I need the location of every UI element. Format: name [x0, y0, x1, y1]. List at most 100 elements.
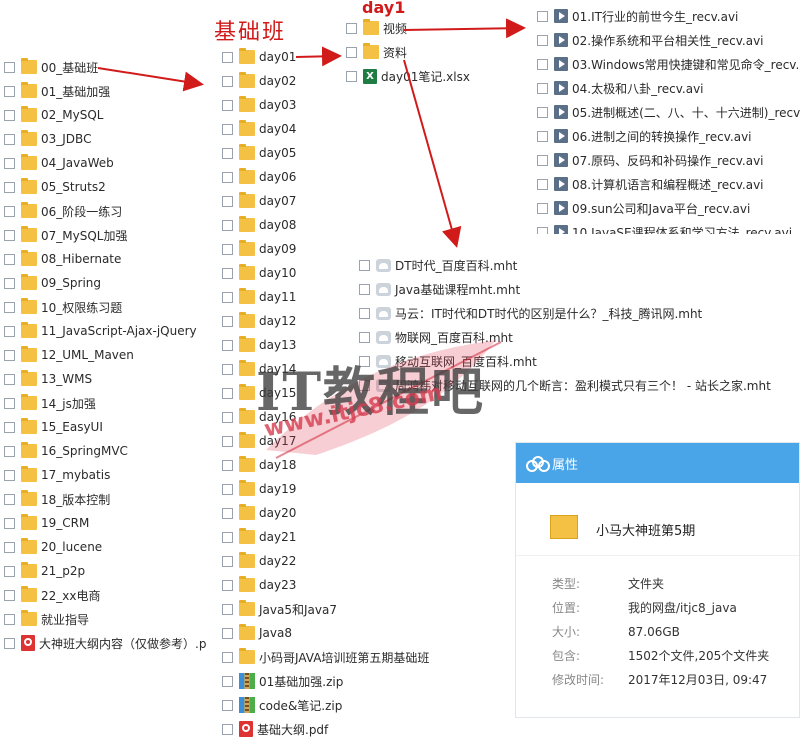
- list-item[interactable]: day23: [222, 573, 296, 597]
- checkbox[interactable]: [4, 277, 15, 289]
- list-item[interactable]: 10.JavaSE课程体系和学习方法_recv.avi: [537, 220, 792, 234]
- checkbox[interactable]: [4, 61, 15, 73]
- checkbox[interactable]: [222, 579, 233, 591]
- checkbox[interactable]: [4, 133, 15, 145]
- list-item[interactable]: 14_js加强: [4, 391, 96, 415]
- list-item[interactable]: code&笔记.zip: [222, 693, 342, 717]
- checkbox[interactable]: [222, 219, 233, 231]
- list-item[interactable]: day20: [222, 501, 296, 525]
- list-item[interactable]: 08_Hibernate: [4, 247, 121, 271]
- checkbox[interactable]: [537, 202, 548, 214]
- checkbox[interactable]: [222, 459, 233, 471]
- checkbox[interactable]: [222, 483, 233, 495]
- list-item[interactable]: 05.进制概述(二、八、十、十六进制)_recv.avi: [537, 100, 800, 124]
- checkbox[interactable]: [537, 10, 548, 22]
- list-item[interactable]: 移动互联网_百度百科.mht: [359, 349, 537, 373]
- list-item[interactable]: 12_UML_Maven: [4, 343, 134, 367]
- list-item[interactable]: 09.sun公司和Java平台_recv.avi: [537, 196, 750, 220]
- list-item[interactable]: 16_SpringMVC: [4, 439, 128, 463]
- list-item[interactable]: day21: [222, 525, 296, 549]
- checkbox[interactable]: [4, 493, 15, 505]
- checkbox[interactable]: [359, 283, 370, 295]
- checkbox[interactable]: [4, 445, 15, 457]
- checkbox[interactable]: [4, 253, 15, 265]
- checkbox[interactable]: [537, 58, 548, 70]
- checkbox[interactable]: [222, 675, 233, 687]
- list-item[interactable]: 11_JavaScript-Ajax-jQuery: [4, 319, 197, 343]
- checkbox[interactable]: [4, 517, 15, 529]
- checkbox[interactable]: [359, 379, 370, 391]
- list-item[interactable]: 22_xx电商: [4, 583, 100, 607]
- list-item[interactable]: day05: [222, 141, 296, 165]
- list-item[interactable]: day04: [222, 117, 296, 141]
- checkbox[interactable]: [222, 435, 233, 447]
- list-item[interactable]: 小码哥JAVA培训班第五期基础班: [222, 645, 429, 669]
- checkbox[interactable]: [537, 226, 548, 234]
- checkbox[interactable]: [537, 154, 548, 166]
- checkbox[interactable]: [222, 267, 233, 279]
- list-item[interactable]: 07.原码、反码和补码操作_recv.avi: [537, 148, 764, 172]
- checkbox[interactable]: [4, 373, 15, 385]
- list-item[interactable]: day22: [222, 549, 296, 573]
- list-item[interactable]: day17: [222, 429, 296, 453]
- checkbox[interactable]: [222, 411, 233, 423]
- list-item[interactable]: 02_MySQL: [4, 103, 103, 127]
- checkbox[interactable]: [222, 315, 233, 327]
- checkbox[interactable]: [359, 355, 370, 367]
- list-item[interactable]: day15: [222, 381, 296, 405]
- checkbox[interactable]: [537, 130, 548, 142]
- checkbox[interactable]: [222, 387, 233, 399]
- checkbox[interactable]: [4, 637, 15, 649]
- checkbox[interactable]: [222, 507, 233, 519]
- list-item[interactable]: 01.IT行业的前世今生_recv.avi: [537, 4, 738, 28]
- list-item[interactable]: Java基础课程mht.mht: [359, 277, 520, 301]
- checkbox[interactable]: [222, 291, 233, 303]
- list-item[interactable]: 09_Spring: [4, 271, 101, 295]
- checkbox[interactable]: [222, 603, 233, 615]
- checkbox[interactable]: [4, 349, 15, 361]
- checkbox[interactable]: [222, 651, 233, 663]
- checkbox[interactable]: [222, 75, 233, 87]
- list-item[interactable]: 13_WMS: [4, 367, 92, 391]
- checkbox[interactable]: [4, 325, 15, 337]
- list-item[interactable]: 18_版本控制: [4, 487, 110, 511]
- list-item[interactable]: day11: [222, 285, 296, 309]
- list-item[interactable]: 04_JavaWeb: [4, 151, 114, 175]
- checkbox[interactable]: [222, 531, 233, 543]
- checkbox[interactable]: [4, 565, 15, 577]
- list-item[interactable]: 04.太极和八卦_recv.avi: [537, 76, 704, 100]
- list-item[interactable]: 21_p2p: [4, 559, 85, 583]
- checkbox[interactable]: [4, 397, 15, 409]
- checkbox[interactable]: [4, 229, 15, 241]
- checkbox[interactable]: [4, 85, 15, 97]
- list-item[interactable]: 03_JDBC: [4, 127, 91, 151]
- list-item[interactable]: day18: [222, 453, 296, 477]
- checkbox[interactable]: [537, 34, 548, 46]
- list-item[interactable]: 07_MySQL加强: [4, 223, 127, 247]
- list-item[interactable]: 视频: [346, 16, 407, 40]
- list-item[interactable]: 17_mybatis: [4, 463, 110, 487]
- list-item[interactable]: 资料: [346, 40, 407, 64]
- checkbox[interactable]: [346, 46, 357, 58]
- checkbox[interactable]: [222, 699, 233, 711]
- checkbox[interactable]: [222, 555, 233, 567]
- list-item[interactable]: Java5和Java7: [222, 597, 337, 621]
- checkbox[interactable]: [4, 421, 15, 433]
- list-item[interactable]: Xday01笔记.xlsx: [346, 64, 470, 88]
- list-item[interactable]: 15_EasyUI: [4, 415, 103, 439]
- list-item[interactable]: day14: [222, 357, 296, 381]
- list-item[interactable]: day03: [222, 93, 296, 117]
- list-item[interactable]: 05_Struts2: [4, 175, 106, 199]
- checkbox[interactable]: [222, 171, 233, 183]
- checkbox[interactable]: [4, 157, 15, 169]
- list-item[interactable]: day10: [222, 261, 296, 285]
- checkbox[interactable]: [4, 589, 15, 601]
- checkbox[interactable]: [346, 70, 357, 82]
- checkbox[interactable]: [4, 205, 15, 217]
- list-item[interactable]: day07: [222, 189, 296, 213]
- checkbox[interactable]: [4, 301, 15, 313]
- list-item[interactable]: DT时代_百度百科.mht: [359, 253, 517, 277]
- list-item[interactable]: 周鸿祎对移动互联网的几个断言：盈利模式只有三个！ - 站长之家.mht: [359, 373, 771, 397]
- list-item[interactable]: 06_阶段一练习: [4, 199, 122, 223]
- checkbox[interactable]: [4, 109, 15, 121]
